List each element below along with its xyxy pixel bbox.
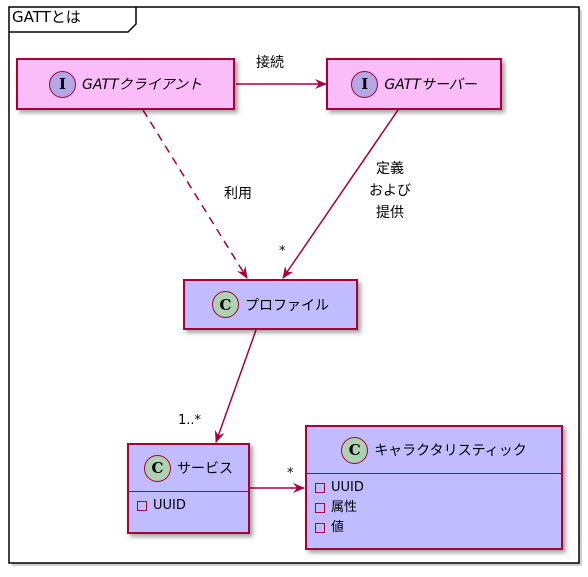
private-field-icon	[137, 501, 147, 511]
node-profile[interactable]: C プロファイル	[183, 279, 358, 330]
node-characteristic-name: キャラクタリスティック	[374, 443, 527, 459]
attribute-row: UUID	[315, 478, 553, 498]
node-profile-name: プロファイル	[245, 297, 329, 314]
multiplicity-profile-service: 1..*	[178, 413, 202, 428]
service-attributes: UUID	[129, 492, 248, 520]
attribute-label: UUID	[153, 498, 186, 513]
attribute-label: UUID	[331, 480, 364, 495]
edge-label-define-line: および	[369, 183, 411, 199]
class-badge-icon: C	[144, 454, 171, 482]
edge-label-connect: 接続	[256, 55, 284, 71]
node-gatt-client-name: GATTクライアント	[82, 77, 202, 93]
node-gatt-server[interactable]: I GATTサーバー	[326, 58, 502, 110]
attribute-label: 属性	[331, 500, 358, 515]
private-field-icon	[315, 503, 325, 513]
node-service-name: サービス	[177, 461, 233, 477]
multiplicity-service-characteristic: *	[287, 466, 294, 481]
node-characteristic[interactable]: C キャラクタリスティック UUID 属性 値	[305, 425, 563, 550]
interface-badge-icon: I	[351, 70, 379, 98]
edge-label-define-line: 提供	[376, 205, 404, 221]
private-field-icon	[315, 523, 325, 533]
private-field-icon	[315, 483, 325, 493]
attribute-row: 値	[315, 518, 553, 538]
edge-label-define-line: 定義	[376, 161, 404, 177]
multiplicity-server-profile: *	[279, 244, 286, 259]
edge-label-use: 利用	[224, 186, 252, 202]
characteristic-attributes: UUID 属性 値	[307, 474, 561, 542]
attribute-label: 値	[331, 520, 345, 535]
class-badge-icon: C	[341, 436, 369, 464]
node-service[interactable]: C サービス UUID	[127, 443, 250, 534]
node-gatt-client[interactable]: I GATTクライアント	[16, 58, 235, 110]
frame-title: GATTとは	[12, 8, 81, 26]
attribute-row: 属性	[315, 498, 553, 518]
interface-badge-icon: I	[49, 70, 77, 98]
class-badge-icon: C	[212, 291, 239, 318]
node-gatt-server-name: GATTサーバー	[384, 77, 477, 93]
uml-diagram: GATTとは I GATTクライアント I GATTサーバー C プロファイル …	[0, 0, 588, 577]
edge-label-define: 定義 および 提供	[360, 158, 420, 224]
attribute-row: UUID	[137, 496, 240, 516]
